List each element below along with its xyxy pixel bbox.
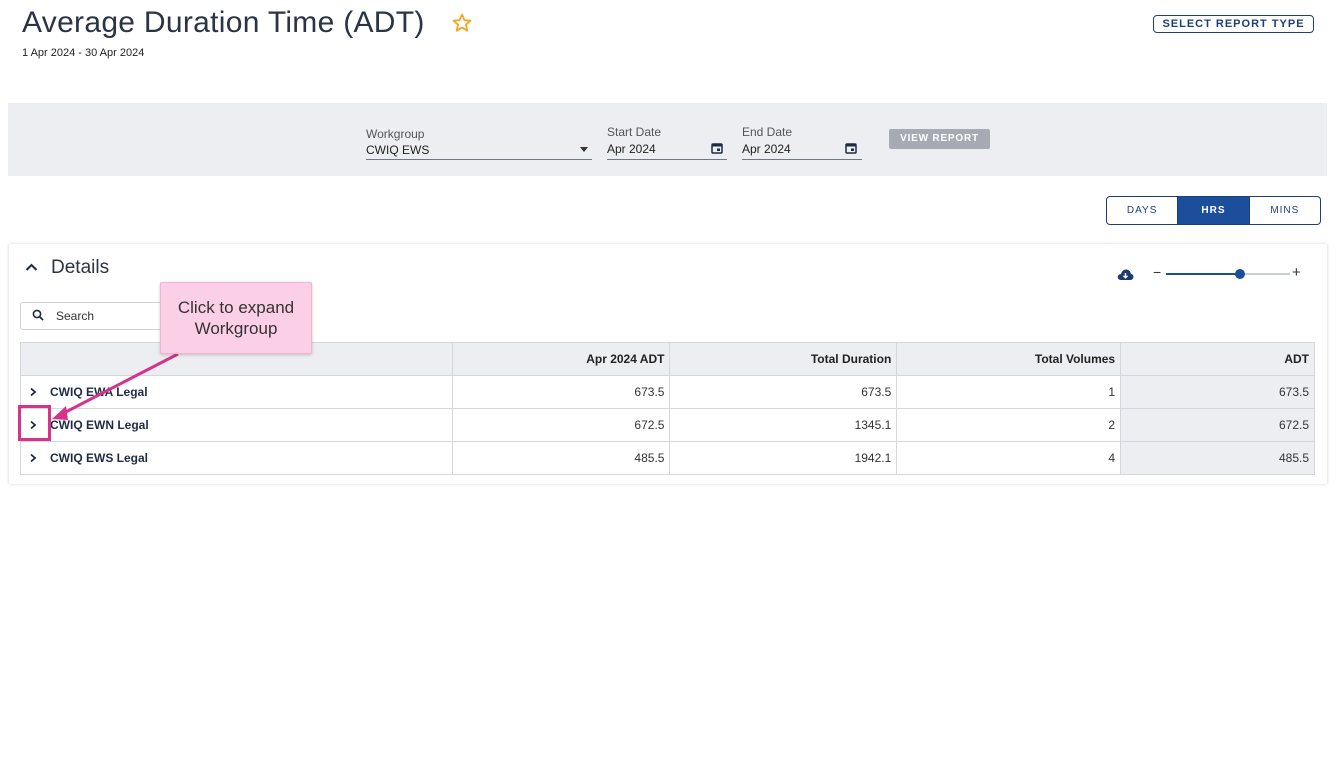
table-row[interactable]: CWIQ EWS Legal 485.5 1942.1 4 485.5 xyxy=(20,441,1315,475)
zoom-out-button[interactable]: − xyxy=(1153,264,1161,280)
start-date-field[interactable]: Apr 2024 xyxy=(607,142,656,156)
tutorial-callout: Click to expand Workgroup xyxy=(160,282,312,354)
total-duration-cell: 1942.1 xyxy=(669,441,898,475)
hrs-toggle[interactable]: HRS xyxy=(1177,197,1249,224)
cloud-download-icon[interactable] xyxy=(1117,268,1134,281)
total-volumes-cell: 1 xyxy=(896,375,1122,409)
workgroup-name: CWIQ EWA Legal xyxy=(50,385,148,399)
column-header-adt[interactable]: ADT xyxy=(1120,342,1315,376)
unit-toggle: DAYS HRS MINS xyxy=(1106,196,1321,225)
mins-toggle[interactable]: MINS xyxy=(1248,197,1320,224)
end-date-field[interactable]: Apr 2024 xyxy=(742,142,791,156)
workgroup-cell[interactable]: CWIQ EWN Legal xyxy=(20,408,453,442)
chevron-down-icon[interactable] xyxy=(580,147,588,152)
chevron-right-icon[interactable] xyxy=(29,387,37,397)
annotation-highlight-box xyxy=(18,405,51,441)
adt-cell: 485.5 xyxy=(1120,441,1315,475)
search-icon xyxy=(32,309,44,321)
apr-adt-cell: 485.5 xyxy=(451,441,671,475)
zoom-slider-thumb[interactable] xyxy=(1235,269,1245,279)
table-row[interactable]: CWIQ EWA Legal 673.5 673.5 1 673.5 xyxy=(20,375,1315,409)
page-title: Average Duration Time (ADT) xyxy=(22,6,425,39)
apr-adt-cell: 672.5 xyxy=(451,408,671,442)
chevron-up-icon[interactable] xyxy=(25,262,38,272)
calendar-icon[interactable] xyxy=(711,142,723,154)
adt-cell: 672.5 xyxy=(1120,408,1315,442)
search-input[interactable] xyxy=(56,306,156,326)
workgroup-label: Workgroup xyxy=(366,127,425,141)
workgroup-select[interactable]: CWIQ EWS xyxy=(366,143,429,157)
filter-bar xyxy=(8,103,1327,176)
start-date-label: Start Date xyxy=(607,125,662,139)
select-report-type-button[interactable]: SELECT REPORT TYPE xyxy=(1153,15,1314,33)
star-icon[interactable] xyxy=(451,12,473,34)
column-header-total-volumes[interactable]: Total Volumes xyxy=(896,342,1122,376)
workgroup-cell[interactable]: CWIQ EWS Legal xyxy=(20,441,453,475)
report-date-range: 1 Apr 2024 - 30 Apr 2024 xyxy=(22,47,145,59)
total-volumes-cell: 4 xyxy=(896,441,1122,475)
zoom-in-button[interactable]: + xyxy=(1292,264,1301,281)
table-row[interactable]: CWIQ EWN Legal 672.5 1345.1 2 672.5 xyxy=(20,408,1315,442)
end-date-label: End Date xyxy=(742,125,793,139)
view-report-button[interactable]: VIEW REPORT xyxy=(889,129,990,149)
end-date-underline xyxy=(742,159,862,160)
workgroup-name: CWIQ EWN Legal xyxy=(50,418,149,432)
details-title[interactable]: Details xyxy=(51,257,109,279)
adt-cell: 673.5 xyxy=(1120,375,1315,409)
details-table: Apr 2024 ADT Total Duration Total Volume… xyxy=(20,342,1315,475)
column-header-total-duration[interactable]: Total Duration xyxy=(669,342,898,376)
zoom-slider-fill xyxy=(1166,273,1240,275)
total-duration-cell: 1345.1 xyxy=(669,408,898,442)
total-duration-cell: 673.5 xyxy=(669,375,898,409)
column-header-apr-adt[interactable]: Apr 2024 ADT xyxy=(451,342,671,376)
start-date-underline xyxy=(607,159,727,160)
days-toggle[interactable]: DAYS xyxy=(1107,197,1177,224)
chevron-right-icon[interactable] xyxy=(29,453,37,463)
workgroup-name: CWIQ EWS Legal xyxy=(50,451,149,465)
calendar-icon[interactable] xyxy=(845,142,857,154)
workgroup-cell[interactable]: CWIQ EWA Legal xyxy=(20,375,453,409)
apr-adt-cell: 673.5 xyxy=(451,375,671,409)
workgroup-underline xyxy=(366,159,592,160)
total-volumes-cell: 2 xyxy=(896,408,1122,442)
